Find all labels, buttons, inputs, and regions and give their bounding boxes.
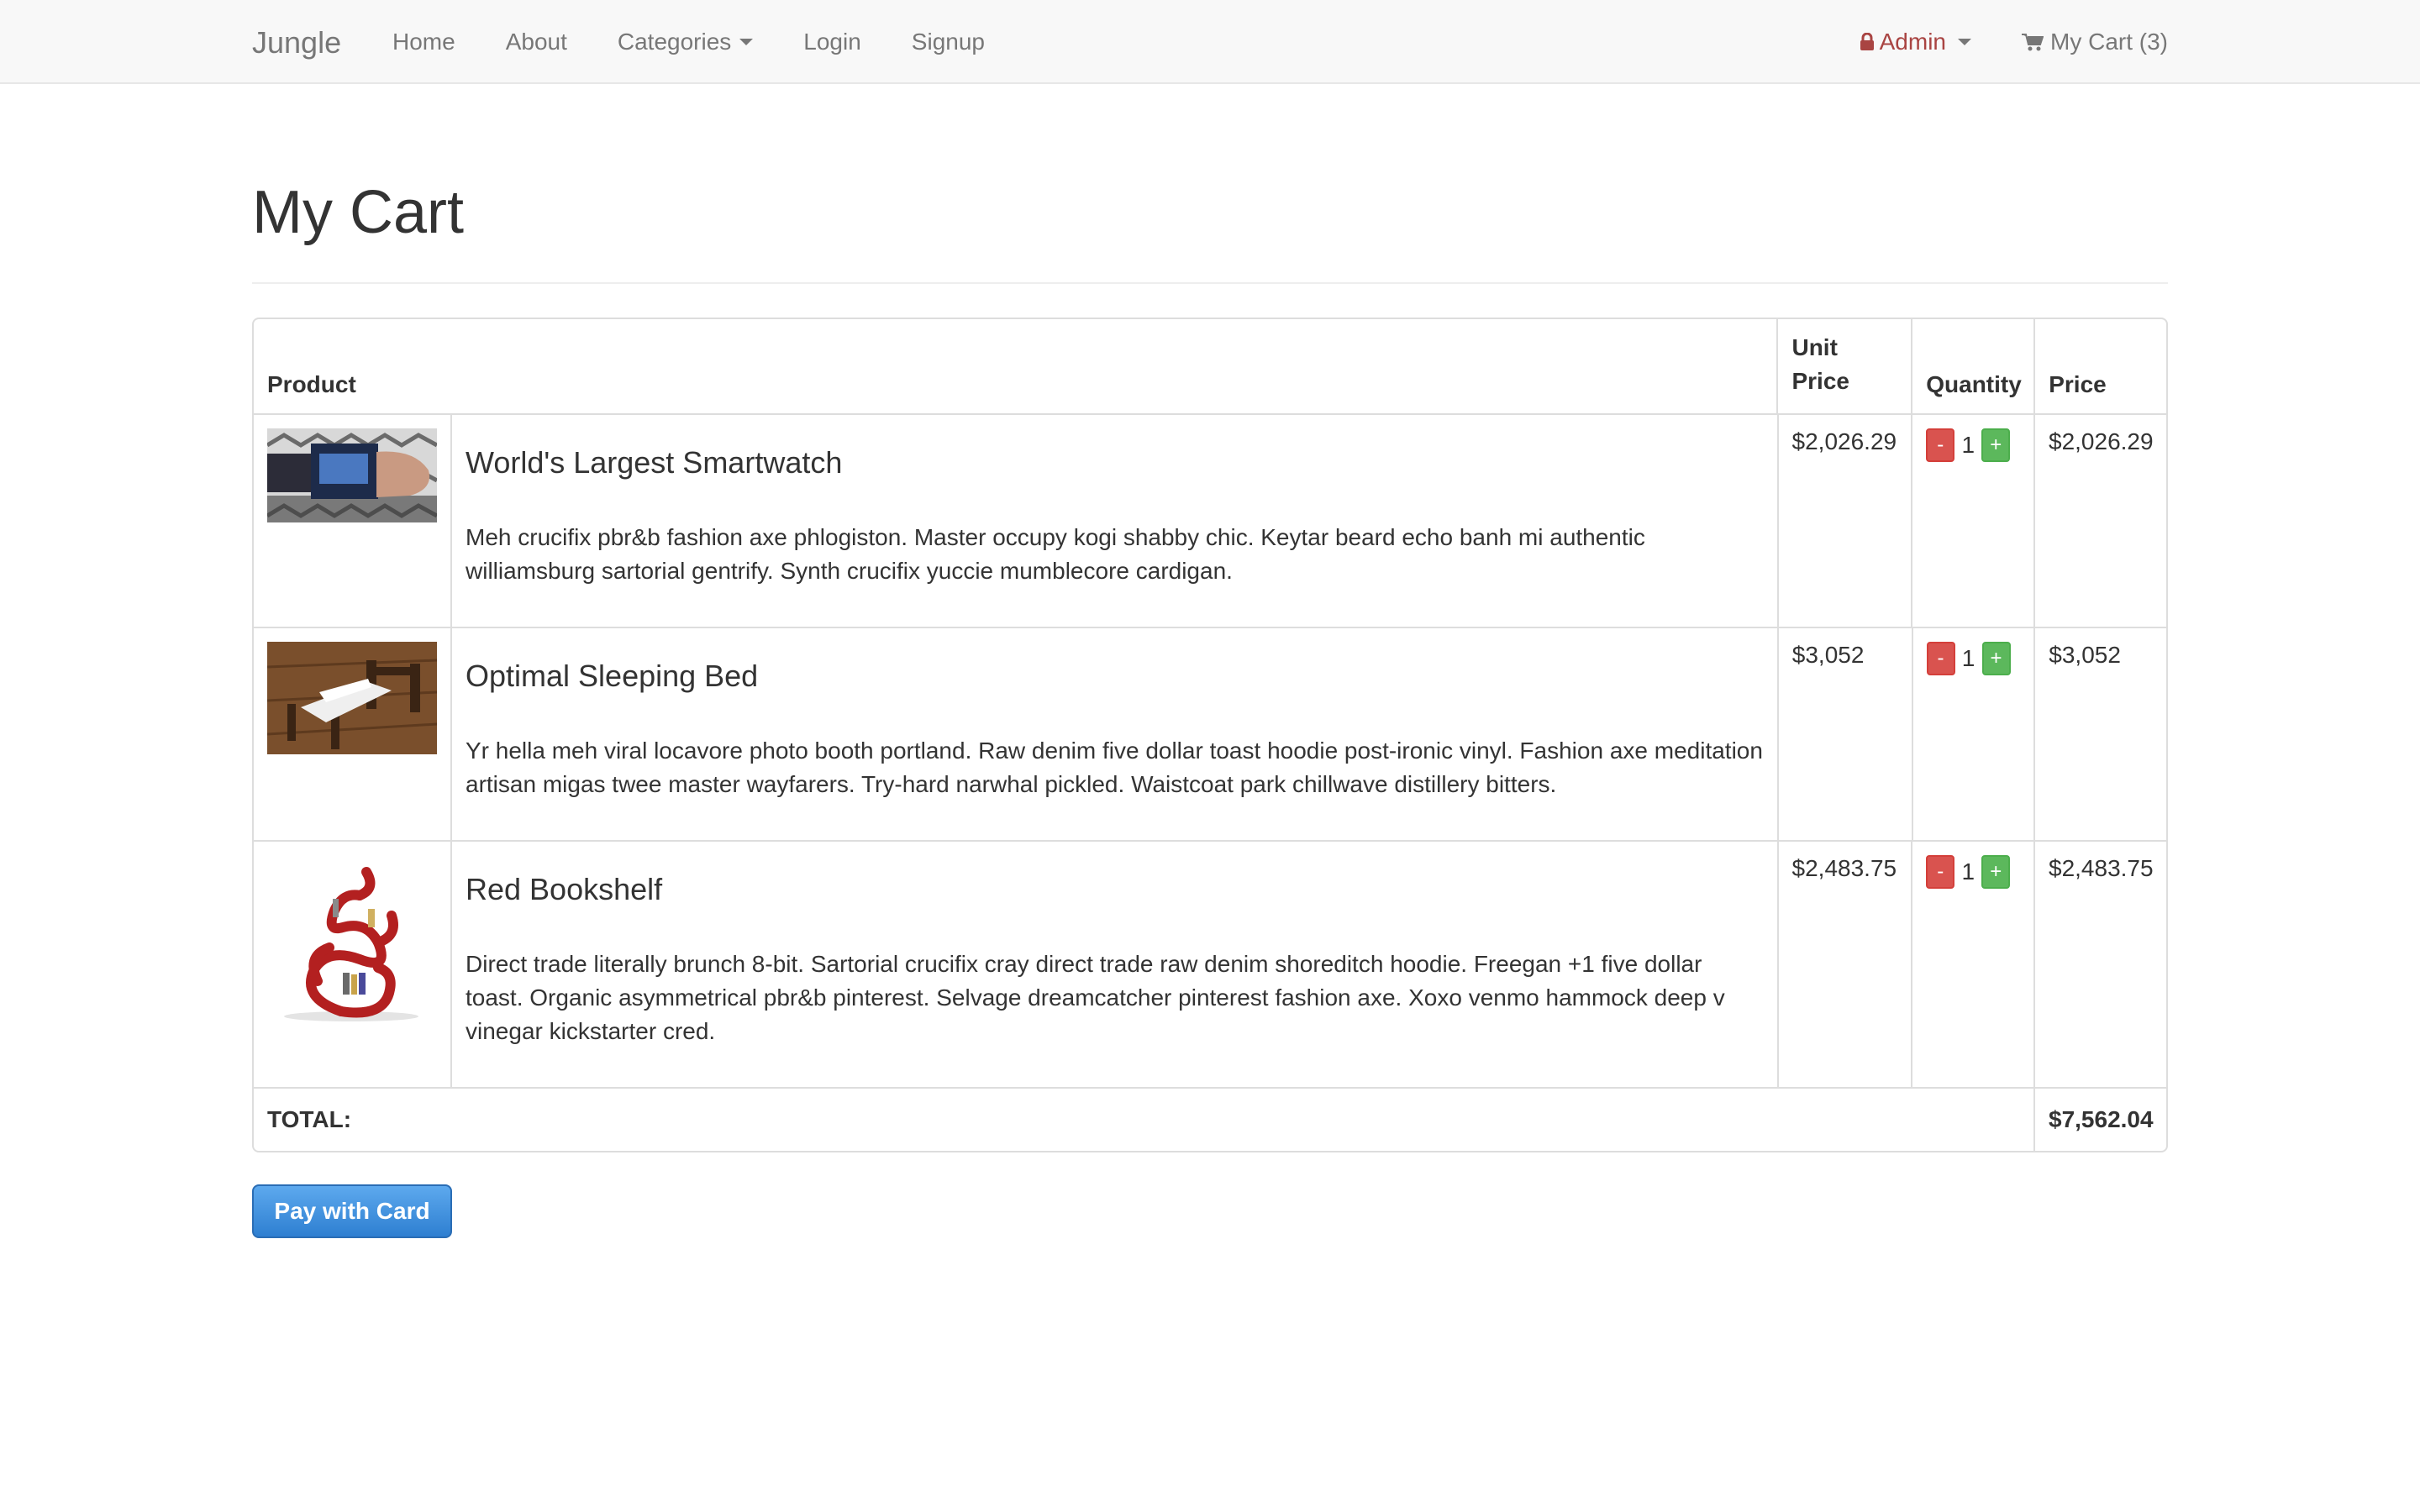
cart-table: Product Unit Price Quantity Price World'… [252, 318, 2168, 1152]
table-row: Optimal Sleeping Bed Yr hella meh viral … [254, 627, 2166, 840]
quantity-cell: - 1 + [1911, 842, 2033, 1087]
total-row: TOTAL: $7,562.04 [254, 1087, 2166, 1151]
table-row: Red Bookshelf Direct trade literally bru… [254, 840, 2166, 1087]
product-description: Meh crucifix pbr&b fashion axe phlogisto… [466, 524, 1645, 584]
caret-down-icon [739, 39, 754, 45]
product-info-cell: World's Largest Smartwatch Meh crucifix … [450, 415, 1777, 627]
product-info-cell: Red Bookshelf Direct trade literally bru… [450, 842, 1777, 1087]
product-name: World's Largest Smartwatch [466, 445, 843, 480]
nav-links: Home About Categories Login Signup [392, 29, 1035, 55]
quantity-stepper: - 1 + [1926, 642, 2021, 675]
price-cell: $2,483.75 [2033, 842, 2166, 1087]
quantity-cell: - 1 + [1911, 628, 2034, 840]
product-image-cell [254, 415, 450, 627]
lock-icon [1860, 33, 1874, 50]
bookshelf-image [267, 855, 437, 1025]
price-cell: $3,052 [2033, 628, 2166, 840]
quantity-cell: - 1 + [1911, 415, 2033, 627]
header-price: Price [2033, 319, 2166, 413]
cart-icon [2022, 34, 2044, 51]
quantity-stepper: - 1 + [1926, 855, 2020, 889]
header-quantity: Quantity [1911, 319, 2033, 413]
caret-down-icon [1958, 39, 1971, 45]
navbar: Jungle Home About Categories Login Signu… [0, 0, 2420, 84]
page-header-divider [252, 282, 2168, 284]
nav-categories-dropdown[interactable]: Categories [617, 29, 754, 55]
product-image-cell [254, 842, 450, 1087]
product-image-cell [254, 628, 450, 840]
my-cart-link[interactable]: My Cart (3) [2022, 29, 2168, 55]
pay-with-card-button[interactable]: Pay with Card [252, 1184, 452, 1238]
my-cart-label: My Cart (3) [2050, 29, 2168, 55]
unit-price-cell: $2,483.75 [1776, 842, 1912, 1087]
increase-quantity-button[interactable]: + [1981, 855, 2011, 889]
navbar-inner: Jungle Home About Categories Login Signu… [252, 0, 2168, 84]
total-value: $7,562.04 [2033, 1089, 2166, 1151]
quantity-value: 1 [1961, 858, 1975, 885]
total-label: TOTAL: [267, 1106, 352, 1132]
quantity-value: 1 [1961, 645, 1975, 671]
price-cell: $2,026.29 [2033, 415, 2166, 627]
page-title: My Cart [252, 179, 464, 246]
increase-quantity-button[interactable]: + [1981, 642, 2011, 675]
increase-quantity-button[interactable]: + [1981, 428, 2011, 462]
nav-categories-label: Categories [617, 29, 732, 55]
product-description: Direct trade literally brunch 8-bit. Sar… [466, 951, 1725, 1044]
bed-image [267, 642, 437, 754]
admin-label: Admin [1879, 29, 1946, 55]
decrease-quantity-button[interactable]: - [1926, 855, 1955, 889]
quantity-stepper: - 1 + [1926, 428, 2020, 462]
product-description: Yr hella meh viral locavore photo booth … [466, 738, 1763, 797]
header-product: Product [267, 371, 356, 397]
nav-home[interactable]: Home [392, 29, 455, 55]
smartwatch-image [267, 428, 437, 522]
header-unit-price: Unit Price [1776, 319, 1911, 413]
table-header-row: Product Unit Price Quantity Price [254, 319, 2166, 413]
unit-price-cell: $2,026.29 [1776, 415, 1912, 627]
quantity-value: 1 [1961, 432, 1975, 458]
nav-right: Admin My Cart (3) [1860, 29, 2168, 55]
brand-link[interactable]: Jungle [252, 25, 341, 60]
table-row: World's Largest Smartwatch Meh crucifix … [254, 413, 2166, 627]
unit-price-cell: $3,052 [1776, 628, 1912, 840]
nav-about[interactable]: About [506, 29, 567, 55]
product-name: Red Bookshelf [466, 872, 663, 906]
decrease-quantity-button[interactable]: - [1926, 428, 1955, 462]
nav-login[interactable]: Login [803, 29, 861, 55]
admin-dropdown[interactable]: Admin [1860, 29, 1971, 55]
decrease-quantity-button[interactable]: - [1926, 642, 1955, 675]
product-info-cell: Optimal Sleeping Bed Yr hella meh viral … [450, 628, 1777, 840]
nav-signup[interactable]: Signup [912, 29, 985, 55]
product-name: Optimal Sleeping Bed [466, 659, 759, 693]
